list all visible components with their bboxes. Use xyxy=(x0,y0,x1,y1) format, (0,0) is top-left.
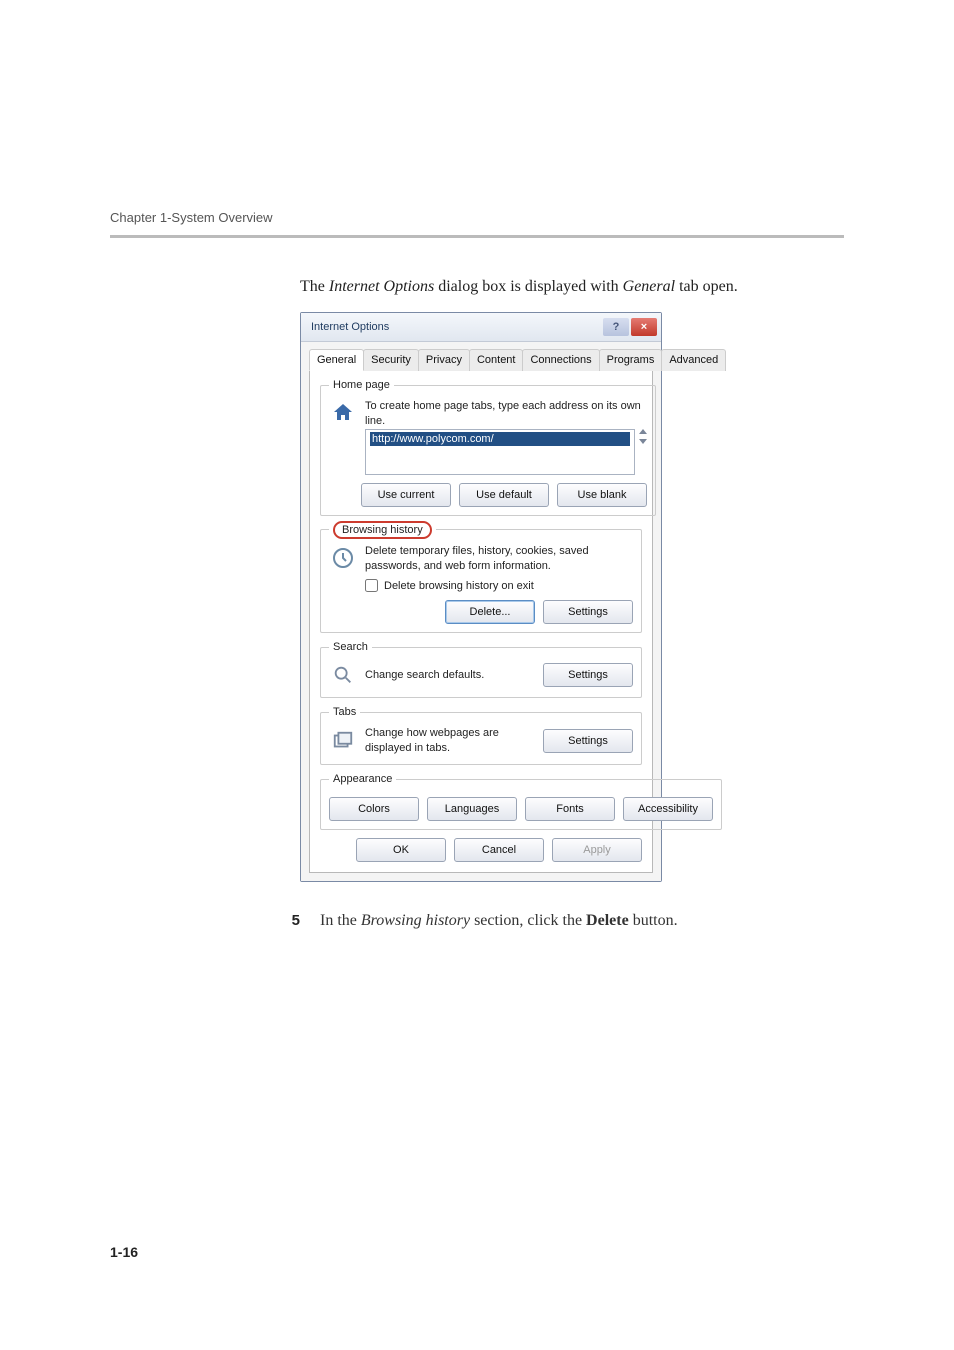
home-spinner[interactable] xyxy=(639,429,647,444)
delete-on-exit-checkbox[interactable]: Delete browsing history on exit xyxy=(365,579,633,592)
use-blank-button[interactable]: Use blank xyxy=(557,483,647,507)
close-button[interactable]: × xyxy=(631,318,657,336)
dialog-title: Internet Options xyxy=(311,321,389,333)
history-desc: Delete temporary files, history, cookies… xyxy=(365,544,633,574)
languages-button[interactable]: Languages xyxy=(427,797,517,821)
search-group: Search Change search defaults. Settings xyxy=(320,641,642,698)
delete-button[interactable]: Delete... xyxy=(445,600,535,624)
tab-security[interactable]: Security xyxy=(363,349,419,371)
step-text: In the Browsing history section, click t… xyxy=(320,912,678,930)
appearance-group: Appearance Colors Languages Fonts Access… xyxy=(320,773,722,830)
apply-button[interactable]: Apply xyxy=(552,838,642,862)
tab-programs[interactable]: Programs xyxy=(599,349,663,371)
tab-content[interactable]: Content xyxy=(469,349,524,371)
tab-privacy[interactable]: Privacy xyxy=(418,349,470,371)
search-desc: Change search defaults. xyxy=(365,668,535,683)
use-default-button[interactable]: Use default xyxy=(459,483,549,507)
fonts-button[interactable]: Fonts xyxy=(525,797,615,821)
browsing-history-group: Browsing history Delete temporary files,… xyxy=(320,524,642,634)
dialog-footer: OK Cancel Apply xyxy=(320,838,642,862)
tabs-icon xyxy=(329,727,357,755)
colors-button[interactable]: Colors xyxy=(329,797,419,821)
search-icon xyxy=(329,661,357,689)
home-desc: To create home page tabs, type each addr… xyxy=(365,399,647,429)
ok-button[interactable]: OK xyxy=(356,838,446,862)
chapter-header: Chapter 1-System Overview xyxy=(110,0,844,235)
history-settings-button[interactable]: Settings xyxy=(543,600,633,624)
internet-options-dialog: Internet Options ? × General Security Pr… xyxy=(300,312,662,882)
delete-on-exit-input[interactable] xyxy=(365,579,378,592)
header-rule xyxy=(110,235,844,238)
browsing-history-legend: Browsing history xyxy=(329,524,436,536)
titlebar: Internet Options ? × xyxy=(301,313,661,342)
history-icon xyxy=(329,544,357,572)
spin-down-icon[interactable] xyxy=(639,439,647,444)
step-5: 5 In the Browsing history section, click… xyxy=(280,912,844,930)
tab-connections[interactable]: Connections xyxy=(522,349,599,371)
tabs-group: Tabs Change how webpages are displayed i… xyxy=(320,706,642,765)
home-icon xyxy=(329,399,357,427)
accessibility-button[interactable]: Accessibility xyxy=(623,797,713,821)
home-page-legend: Home page xyxy=(329,379,394,391)
tabs-desc: Change how webpages are displayed in tab… xyxy=(365,726,535,756)
tab-panel: Home page To create home page tabs, type… xyxy=(309,371,653,873)
tabstrip: General Security Privacy Content Connect… xyxy=(309,348,653,371)
step-number: 5 xyxy=(280,912,300,929)
spin-up-icon[interactable] xyxy=(639,429,647,434)
search-settings-button[interactable]: Settings xyxy=(543,663,633,687)
intro-text: The Internet Options dialog box is displ… xyxy=(300,278,844,296)
home-page-group: Home page To create home page tabs, type… xyxy=(320,379,656,516)
tabs-legend: Tabs xyxy=(329,706,360,718)
home-url-field[interactable]: http://www.polycom.com/ xyxy=(365,429,635,475)
tab-general[interactable]: General xyxy=(309,349,364,371)
appearance-legend: Appearance xyxy=(329,773,396,785)
tabs-settings-button[interactable]: Settings xyxy=(543,729,633,753)
use-current-button[interactable]: Use current xyxy=(361,483,451,507)
search-legend: Search xyxy=(329,641,372,653)
tab-advanced[interactable]: Advanced xyxy=(661,349,726,371)
page-number: 1-16 xyxy=(110,1244,138,1260)
cancel-button[interactable]: Cancel xyxy=(454,838,544,862)
help-button[interactable]: ? xyxy=(603,318,629,336)
